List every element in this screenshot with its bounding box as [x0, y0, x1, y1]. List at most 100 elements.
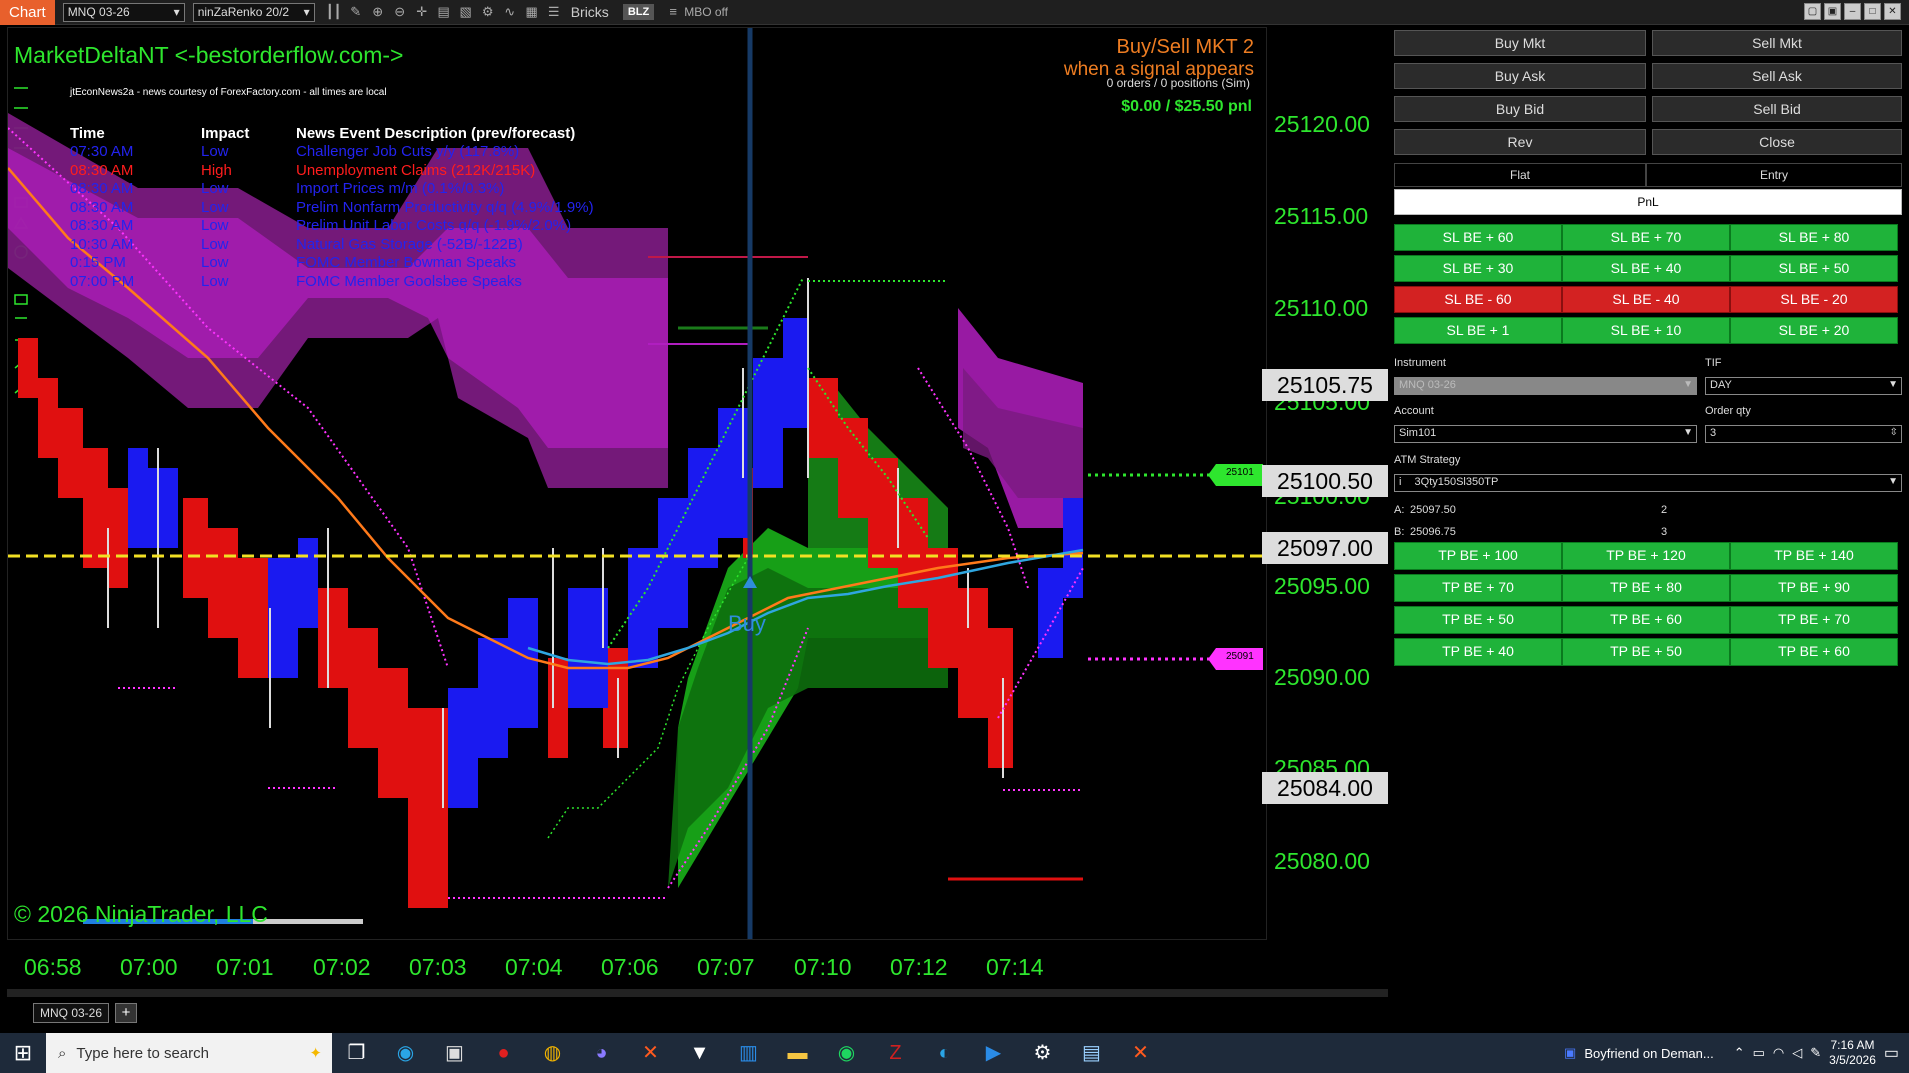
price-axis[interactable]: 25120.00 25115.00 25110.00 25105.00 2510…: [1262, 27, 1388, 940]
stop-loss-button[interactable]: SL BE - 60: [1394, 286, 1562, 313]
news-impact: Low: [201, 254, 229, 272]
sell-bid-button[interactable]: Sell Bid: [1652, 96, 1902, 122]
mbo-toggle[interactable]: MBO off: [684, 5, 728, 19]
blz-button[interactable]: BLZ: [622, 4, 655, 20]
price-label: 25120.00: [1274, 111, 1370, 137]
instrument-selector[interactable]: MNQ 03-26 ▾: [62, 2, 185, 22]
store-icon[interactable]: ▣: [430, 1033, 479, 1073]
menu-icon[interactable]: ≡: [662, 2, 684, 22]
spotify-icon[interactable]: ◉: [822, 1033, 871, 1073]
close-position-button[interactable]: Close: [1652, 129, 1902, 155]
properties-icon[interactable]: ▤: [433, 2, 455, 22]
tray-chevron-icon[interactable]: ⌃: [1734, 1045, 1745, 1061]
chart-panel[interactable]: MarketDeltaNT <-bestorderflow.com-> jtEc…: [7, 27, 1267, 940]
pen-icon[interactable]: ✎: [1810, 1045, 1821, 1061]
take-profit-button[interactable]: TP BE + 120: [1562, 542, 1730, 570]
order-icon[interactable]: ▦: [521, 2, 543, 22]
chart-tab-mnq[interactable]: MNQ 03-26: [33, 1003, 110, 1023]
take-profit-button[interactable]: TP BE + 60: [1730, 638, 1898, 666]
volume-icon[interactable]: ◁: [1792, 1045, 1802, 1061]
notifications-icon[interactable]: ▭: [1884, 1043, 1899, 1063]
account-select[interactable]: Sim101 ▼: [1394, 425, 1697, 443]
zoom-out-icon[interactable]: ⊖: [389, 2, 411, 22]
edge-icon[interactable]: ◉: [381, 1033, 430, 1073]
take-profit-button[interactable]: TP BE + 90: [1730, 574, 1898, 602]
take-profit-button[interactable]: TP BE + 70: [1394, 574, 1562, 602]
browser-icon[interactable]: ◐: [920, 1033, 969, 1073]
instrument-select[interactable]: MNQ 03-26 ▼: [1394, 377, 1697, 395]
bricks-button[interactable]: Bricks: [571, 4, 609, 20]
bars-icon[interactable]: ┃┃: [323, 2, 345, 22]
take-profit-button[interactable]: TP BE + 40: [1394, 638, 1562, 666]
notepad-icon[interactable]: ▤: [1067, 1033, 1116, 1073]
layout2-icon[interactable]: ▣: [1824, 3, 1841, 20]
stop-loss-button[interactable]: SL BE + 10: [1562, 317, 1730, 344]
template-icon[interactable]: ▧: [455, 2, 477, 22]
stop-loss-button[interactable]: SL BE + 60: [1394, 224, 1562, 251]
media-player-icon[interactable]: ▶: [969, 1033, 1018, 1073]
list-icon[interactable]: ☰: [543, 2, 565, 22]
system-tray: ▣ Boyfriend on Deman... ⌃ ▭ ◠ ◁ ✎ 7:16 A…: [1564, 1033, 1909, 1073]
chevron-down-icon: ▼: [1683, 427, 1693, 438]
take-profit-button[interactable]: TP BE + 50: [1394, 606, 1562, 634]
layout-icon[interactable]: ▢: [1804, 3, 1821, 20]
file-explorer-icon[interactable]: ▬: [773, 1033, 822, 1073]
task-view-icon[interactable]: ❐: [332, 1033, 381, 1073]
atm-strategy-select[interactable]: i 3Qty150Sl350TP ▼: [1394, 474, 1902, 492]
stop-loss-button[interactable]: SL BE - 20: [1730, 286, 1898, 313]
indicator-icon[interactable]: ∿: [499, 2, 521, 22]
ninjatrader2-icon[interactable]: ✕: [1116, 1033, 1165, 1073]
take-profit-button[interactable]: TP BE + 50: [1562, 638, 1730, 666]
display-icon[interactable]: ▭: [1753, 1045, 1765, 1061]
stop-loss-button[interactable]: SL BE + 70: [1562, 224, 1730, 251]
horizontal-scrollbar[interactable]: [7, 989, 1388, 997]
chrome-icon[interactable]: ◍: [528, 1033, 577, 1073]
settings-icon[interactable]: ⚙: [1018, 1033, 1067, 1073]
bar-type-selector[interactable]: ninZaRenko 20/2 ▾: [192, 2, 315, 22]
stop-loss-button[interactable]: SL BE - 40: [1562, 286, 1730, 313]
stop-loss-button[interactable]: SL BE + 20: [1730, 317, 1898, 344]
taskbar-search[interactable]: ⌕ Type here to search ✦: [46, 1033, 332, 1073]
chart-menu-button[interactable]: Chart: [0, 0, 55, 25]
ninjatrader-window: Chart MNQ 03-26 ▾ ninZaRenko 20/2 ▾ ┃┃ ✎…: [0, 0, 1909, 1073]
stop-loss-button[interactable]: SL BE + 1: [1394, 317, 1562, 344]
ninjatrader-icon[interactable]: ✕: [626, 1033, 675, 1073]
clock[interactable]: 7:16 AM 3/5/2026: [1829, 1038, 1876, 1068]
z-app-icon[interactable]: Z: [871, 1033, 920, 1073]
stop-loss-button[interactable]: SL BE + 50: [1730, 255, 1898, 282]
record-icon[interactable]: ●: [479, 1033, 528, 1073]
reverse-button[interactable]: Rev: [1394, 129, 1646, 155]
stepper-icon[interactable]: ⇳: [1890, 427, 1898, 438]
order-qty-stepper[interactable]: 3 ⇳: [1705, 425, 1902, 443]
wifi-icon[interactable]: ◠: [1773, 1045, 1784, 1061]
stop-loss-button[interactable]: SL BE + 30: [1394, 255, 1562, 282]
media-title[interactable]: Boyfriend on Deman...: [1584, 1046, 1713, 1061]
crosshair-icon[interactable]: ✛: [411, 2, 433, 22]
app-icon[interactable]: ▥: [724, 1033, 773, 1073]
zoom-in-icon[interactable]: ⊕: [367, 2, 389, 22]
tradingview-icon[interactable]: ▼: [675, 1033, 724, 1073]
stop-loss-button[interactable]: SL BE + 80: [1730, 224, 1898, 251]
take-profit-button[interactable]: TP BE + 60: [1562, 606, 1730, 634]
sell-mkt-button[interactable]: Sell Mkt: [1652, 30, 1902, 56]
info-icon[interactable]: i: [1399, 476, 1401, 488]
take-profit-button[interactable]: TP BE + 140: [1730, 542, 1898, 570]
windows-start-icon[interactable]: ⊞: [0, 1033, 46, 1073]
take-profit-button[interactable]: TP BE + 80: [1562, 574, 1730, 602]
buy-mkt-button[interactable]: Buy Mkt: [1394, 30, 1646, 56]
buy-bid-button[interactable]: Buy Bid: [1394, 96, 1646, 122]
discord-icon[interactable]: ◕: [577, 1033, 626, 1073]
strategy-icon[interactable]: ⚙: [477, 2, 499, 22]
time-axis[interactable]: 06:58 07:00 07:01 07:02 07:03 07:04 07:0…: [7, 940, 1388, 995]
stop-loss-button[interactable]: SL BE + 40: [1562, 255, 1730, 282]
add-tab-button[interactable]: +: [115, 1003, 137, 1023]
buy-ask-button[interactable]: Buy Ask: [1394, 63, 1646, 89]
minimize-icon[interactable]: –: [1844, 3, 1861, 20]
sell-ask-button[interactable]: Sell Ask: [1652, 63, 1902, 89]
tif-select[interactable]: DAY ▼: [1705, 377, 1902, 395]
take-profit-button[interactable]: TP BE + 100: [1394, 542, 1562, 570]
take-profit-button[interactable]: TP BE + 70: [1730, 606, 1898, 634]
close-icon[interactable]: ✕: [1884, 3, 1901, 20]
maximize-icon[interactable]: □: [1864, 3, 1881, 20]
pencil-icon[interactable]: ✎: [345, 2, 367, 22]
